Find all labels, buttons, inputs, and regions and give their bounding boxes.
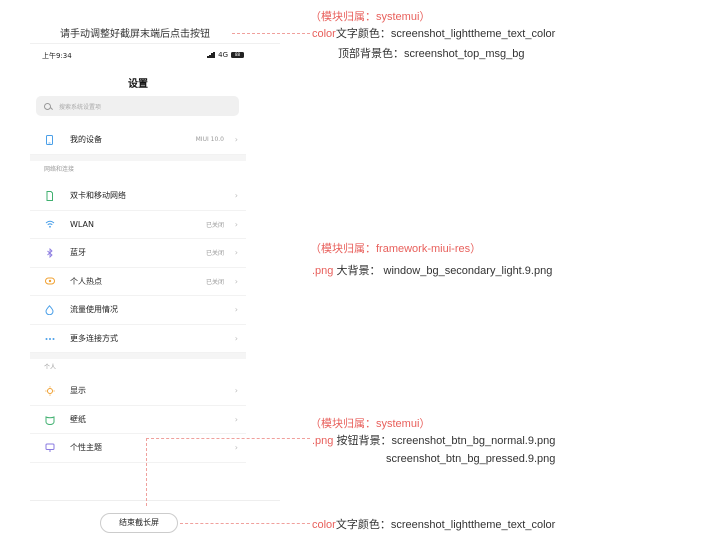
signal-icon (207, 52, 215, 58)
row-label: 蓝牙 (70, 248, 86, 258)
leader-line-button-bg (146, 438, 310, 439)
row-value: MIUI 10.0 (195, 136, 224, 144)
chevron-right-icon: › (234, 386, 238, 396)
list-item-hotspot[interactable]: 个人热点 已关闭 › (30, 268, 246, 296)
annotation-prefix: .png (312, 265, 334, 277)
list-item-my-device[interactable]: 我的设备 MIUI 10.0 › (30, 126, 246, 155)
annotation-prefix: .png (312, 435, 334, 447)
annotation-module-1: （模块归属：systemui） (310, 11, 431, 23)
chevron-right-icon: › (234, 414, 238, 424)
row-value: 已关闭 (205, 278, 224, 286)
annotation-window-bg: .png 大背景： window_bg_secondary_light.9.pn… (312, 262, 552, 278)
chevron-right-icon: › (234, 276, 238, 286)
annotation-text-color-2: color文字颜色：screenshot_lighttheme_text_col… (312, 516, 555, 532)
row-label: 显示 (70, 386, 86, 396)
row-label: 双卡和移动网络 (70, 191, 126, 201)
network-type: 4G (218, 51, 228, 59)
row-value: 已关闭 (205, 221, 224, 229)
row-label: 更多连接方式 (70, 333, 118, 343)
annotation-top-bg: 顶部背景色：screenshot_top_msg_bg (338, 48, 525, 60)
display-icon (45, 386, 55, 396)
annotation-body: 文字颜色：screenshot_lighttheme_text_color (335, 519, 556, 531)
chevron-right-icon: › (234, 219, 238, 229)
annotation-module-3: （模块归属：systemui） (310, 418, 431, 430)
list-item-wlan[interactable]: WLAN 已关闭 › (30, 211, 246, 239)
chevron-right-icon: › (234, 333, 238, 343)
annotation-body: 按钮背景：screenshot_btn_bg_normal.9.png (333, 435, 556, 447)
device-list: 我的设备 MIUI 10.0 › 网络和连接 (30, 126, 246, 179)
wallpaper-icon (45, 415, 55, 425)
network-list: 双卡和移动网络 › WLAN 已关闭 › 蓝牙 已关闭 › 个人热点 已关闭 ›… (30, 182, 246, 377)
row-label: 流量使用情况 (70, 305, 118, 315)
section-header-network: 网络和连接 (44, 165, 75, 173)
chevron-right-icon: › (234, 305, 238, 315)
leader-line-top (232, 33, 310, 34)
status-time: 上午9:34 (42, 52, 72, 60)
chevron-right-icon: › (234, 191, 238, 201)
chevron-right-icon: › (234, 248, 238, 258)
list-item-more-connections[interactable]: 更多连接方式 › (30, 325, 246, 353)
row-label: 壁纸 (70, 414, 86, 424)
annotation-button-bg-pressed: screenshot_btn_bg_pressed.9.png (386, 453, 556, 465)
status-indicators: 4G 88 (207, 51, 244, 59)
list-item-display[interactable]: 显示 › (30, 377, 246, 406)
more-connections-icon (45, 334, 55, 343)
wifi-icon (45, 220, 55, 229)
list-item-wallpaper[interactable]: 壁纸 › (30, 406, 246, 434)
row-value: 已关闭 (205, 250, 224, 258)
page-title: 设置 (128, 79, 148, 90)
top-message-text: 请手动调整好截屏末端后点击按钮 (60, 29, 210, 40)
theme-icon (45, 443, 55, 453)
row-label: WLAN (70, 219, 95, 229)
top-message-bar: 请手动调整好截屏末端后点击按钮 (30, 0, 280, 44)
section-header-personal: 个人 (44, 364, 57, 371)
search-placeholder: 搜索系统设置项 (59, 103, 102, 111)
annotation-prefix: color (312, 519, 336, 531)
hotspot-icon (45, 277, 55, 286)
list-item-dual-sim[interactable]: 双卡和移动网络 › (30, 182, 246, 211)
chevron-right-icon: › (234, 443, 238, 453)
annotation-prefix: color (312, 28, 336, 40)
sim-card-icon (45, 191, 54, 202)
personal-list: 显示 › 壁纸 › 个性主题 › (30, 377, 246, 463)
end-long-screenshot-button[interactable]: 结束截长屏 (100, 513, 178, 533)
row-label: 我的设备 (70, 135, 102, 145)
battery-icon: 88 (231, 52, 244, 58)
phone-device-icon (45, 135, 54, 146)
search-icon (44, 102, 51, 110)
status-bar: 上午9:34 4G 88 (30, 47, 280, 63)
annotation-body: 文字颜色：screenshot_lighttheme_text_color (335, 28, 556, 40)
list-item-bluetooth[interactable]: 蓝牙 已关闭 › (30, 239, 246, 268)
row-label: 个人热点 (70, 276, 102, 286)
leader-line-button-bg-vertical (146, 438, 147, 506)
annotation-button-bg: .png 按钮背景：screenshot_btn_bg_normal.9.png (312, 432, 555, 448)
row-label: 个性主题 (70, 443, 102, 453)
annotation-text-color-1: color文字颜色：screenshot_lighttheme_text_col… (312, 25, 555, 41)
bottom-divider (30, 500, 280, 501)
chevron-right-icon: › (234, 135, 238, 145)
leader-line-bottom (180, 523, 310, 524)
bluetooth-icon (45, 248, 54, 259)
phone-screen: 请手动调整好截屏末端后点击按钮 上午9:34 4G 88 设置 搜索系统设置项 … (30, 0, 280, 552)
annotation-module-2: （模块归属：framework-miui-res） (310, 243, 482, 255)
list-item-data-usage[interactable]: 流量使用情况 › (30, 296, 246, 325)
data-usage-icon (45, 305, 54, 316)
annotation-body: 大背景： window_bg_secondary_light.9.png (333, 265, 553, 277)
search-input[interactable]: 搜索系统设置项 (36, 96, 239, 116)
